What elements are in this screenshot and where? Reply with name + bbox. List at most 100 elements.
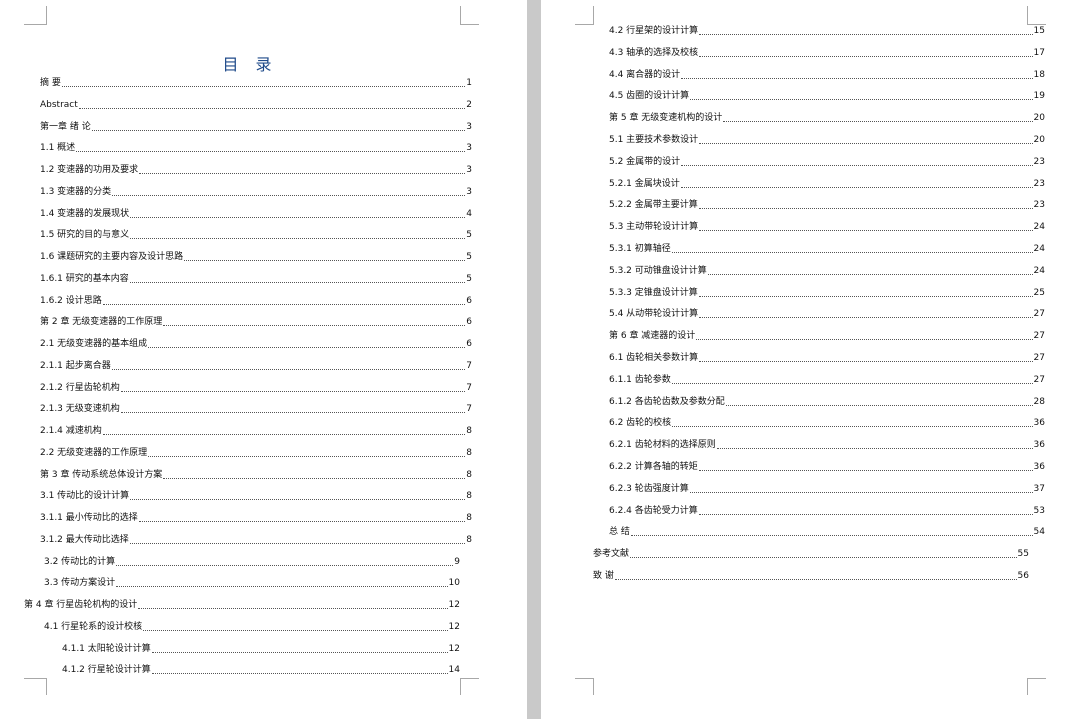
toc-entry[interactable]: 3.1 传动比的设计计算 8: [40, 489, 472, 503]
toc-dot-leader: [671, 382, 1033, 384]
toc-dot-leader: [76, 150, 466, 153]
toc-entry-page-number: 8: [466, 491, 472, 502]
toc-entry-label: 3.1.2 最大传动比选择: [40, 534, 129, 545]
toc-entry[interactable]: 1.6.1 研究的基本内容 5: [40, 272, 472, 286]
toc-entry[interactable]: 2.1.3 无级变速机构 7: [40, 402, 472, 416]
toc-dot-leader: [699, 316, 1033, 319]
toc-dot-leader: [143, 629, 448, 631]
toc-entry[interactable]: 第 2 章 无级变速器的工作原理 6: [40, 315, 472, 329]
document-page-left: 目 录 摘 要 1 Abstract 2 第一章 绪 论 3 1.1 概述 3 1.2 变速器的…: [0, 0, 527, 719]
toc-entry[interactable]: 5.3 主动带轮设计计算 24: [609, 220, 1045, 234]
toc-entry[interactable]: 4.3 轴承的选择及校核 17: [609, 46, 1045, 60]
toc-entry[interactable]: 5.2.1 金属块设计 23: [609, 177, 1045, 191]
toc-entry-label: 4.4 离合器的设计: [609, 69, 681, 80]
toc-dot-leader: [78, 107, 466, 109]
toc-entry-label: 3.3 传动方案设计: [44, 578, 116, 589]
toc-entry[interactable]: 5.2 金属带的设计 23: [609, 155, 1045, 169]
toc-dot-leader: [699, 229, 1033, 232]
toc-entry[interactable]: 5.3.1 初算轴径 24: [609, 242, 1045, 256]
toc-entry-label: 第 6 章 减速器的设计: [609, 331, 696, 342]
toc-entry[interactable]: 2.1.1 起步离合器 7: [40, 359, 472, 373]
toc-dot-leader: [61, 85, 466, 87]
crop-mark-top-right: [1027, 6, 1046, 25]
toc-entry[interactable]: Abstract 2: [40, 98, 472, 112]
toc-entry-label: 6.2.2 计算各轴的转矩: [609, 462, 698, 472]
toc-dot-leader: [698, 513, 1033, 515]
toc-entry[interactable]: 1.6 课题研究的主要内容及设计思路 5: [40, 250, 472, 264]
toc-entry-label: 2.1.4 减速机构: [40, 426, 102, 436]
toc-dot-leader: [699, 55, 1033, 57]
toc-entry-page-number: 36: [1033, 440, 1045, 451]
toc-entry-label: 1.5 研究的目的与意义: [40, 230, 130, 241]
toc-entry[interactable]: 6.1.2 各齿轮齿数及参数分配 28: [609, 395, 1045, 409]
toc-dot-leader: [614, 578, 1017, 580]
toc-dot-leader: [630, 534, 1033, 537]
toc-entry[interactable]: 第 5 章 无级变速机构的设计 20: [609, 111, 1045, 125]
toc-entry[interactable]: 4.2 行星架的设计计算 15: [609, 24, 1045, 38]
toc-dot-leader: [699, 142, 1033, 144]
toc-entry[interactable]: 第 4 章 行星齿轮机构的设计 12: [24, 598, 460, 612]
toc-dot-leader: [681, 164, 1033, 166]
toc-entry-label: 第 4 章 行星齿轮机构的设计: [24, 600, 138, 610]
toc-entry[interactable]: 第一章 绪 论 3: [40, 120, 472, 134]
toc-entry[interactable]: 6.1 齿轮相关参数计算 27: [609, 351, 1045, 365]
toc-entry[interactable]: 2.1 无级变速器的基本组成 6: [40, 337, 472, 351]
toc-entry[interactable]: 5.3.2 可动锥盘设计计算 24: [609, 264, 1045, 278]
toc-entry[interactable]: 5.4 从动带轮设计计算 27: [609, 307, 1045, 321]
toc-entry[interactable]: 4.1.1 太阳轮设计计算 12: [62, 642, 460, 656]
toc-entry[interactable]: 6.2 齿轮的校核 36: [609, 416, 1045, 430]
toc-entry[interactable]: 4.5 齿圈的设计计算 19: [609, 89, 1045, 103]
toc-title: 目 录: [222, 55, 278, 74]
toc-entry[interactable]: 第 6 章 减速器的设计 27: [609, 329, 1045, 343]
toc-entry-label: 2.1 无级变速器的基本组成: [40, 339, 148, 349]
toc-entry[interactable]: 6.2.4 各齿轮受力计算 53: [609, 504, 1045, 518]
toc-entry[interactable]: 3.2 传动比的计算 9: [44, 555, 460, 569]
toc-entry[interactable]: 3.1.2 最大传动比选择 8: [40, 533, 472, 547]
toc-entry-label: 1.3 变速器的分类: [40, 186, 112, 197]
toc-entry-label: 总 结: [609, 527, 630, 538]
toc-entry[interactable]: 4.1.2 行星轮设计计算 14: [62, 663, 460, 677]
toc-entry[interactable]: 摘 要 1: [40, 76, 472, 90]
toc-entry[interactable]: 1.6.2 设计思路 6: [40, 294, 472, 308]
toc-entry[interactable]: 5.3.3 定锥盘设计计算 25: [609, 286, 1045, 300]
toc-entry-page-number: 55: [1017, 549, 1029, 560]
toc-entry-page-number: 9: [454, 556, 460, 567]
toc-entry-page-number: 5: [466, 230, 472, 241]
toc-entry-page-number: 8: [466, 447, 472, 458]
toc-entry[interactable]: 4.1 行星轮系的设计校核 12: [44, 620, 460, 634]
toc-entry-page-number: 12: [448, 621, 460, 632]
toc-entry[interactable]: 6.1.1 齿轮参数 27: [609, 373, 1045, 387]
toc-entry[interactable]: 1.3 变速器的分类 3: [40, 185, 472, 199]
toc-entry[interactable]: 6.2.3 轮齿强度计算 37: [609, 482, 1045, 496]
toc-entry[interactable]: 1.5 研究的目的与意义 5: [40, 228, 472, 242]
toc-entry-label: 2.1.2 行星齿轮机构: [40, 382, 120, 393]
toc-entry-page-number: 8: [466, 426, 472, 436]
toc-entry[interactable]: 1.4 变速器的发展现状 4: [40, 207, 472, 221]
toc-entry[interactable]: 2.1.2 行星齿轮机构 7: [40, 381, 472, 395]
toc-entry[interactable]: 1.2 变速器的功用及要求 3: [40, 163, 472, 177]
toc-entry[interactable]: 总 结 54: [609, 525, 1045, 539]
toc-dot-leader: [120, 390, 466, 392]
toc-entry[interactable]: 5.1 主要技术参数设计 20: [609, 133, 1045, 147]
toc-entry[interactable]: 第 3 章 传动系统总体设计方案 8: [40, 468, 472, 482]
toc-entry-page-number: 5: [466, 252, 472, 262]
toc-entry-label: 5.3.2 可动锥盘设计计算: [609, 265, 707, 276]
toc-entry[interactable]: 2.2 无级变速器的工作原理 8: [40, 446, 472, 460]
toc-entry[interactable]: 6.2.2 计算各轴的转矩 36: [609, 460, 1045, 474]
toc-dot-leader: [130, 237, 466, 240]
toc-entry[interactable]: 6.2.1 齿轮材料的选择原则 36: [609, 438, 1045, 452]
toc-entry-page-number: 17: [1033, 47, 1045, 58]
toc-entry[interactable]: 5.2.2 金属带主要计算 23: [609, 198, 1045, 212]
toc-entry[interactable]: 3.1.1 最小传动比的选择 8: [40, 511, 472, 525]
toc-entry-label: 5.4 从动带轮设计计算: [609, 309, 699, 320]
toc-dot-leader: [102, 303, 466, 305]
toc-entry-label: 5.3 主动带轮设计计算: [609, 222, 699, 233]
toc-entry[interactable]: 3.3 传动方案设计 10: [44, 576, 460, 590]
toc-entry-page-number: 28: [1033, 396, 1045, 407]
toc-entry[interactable]: 1.1 概述 3: [40, 141, 472, 155]
toc-entry[interactable]: 2.1.4 减速机构 8: [40, 424, 472, 438]
toc-entry[interactable]: 4.4 离合器的设计 18: [609, 68, 1045, 82]
toc-entry[interactable]: 致 谢 56: [593, 569, 1029, 583]
toc-entry[interactable]: 参考文献 55: [593, 547, 1029, 561]
toc-dot-leader: [130, 498, 466, 501]
